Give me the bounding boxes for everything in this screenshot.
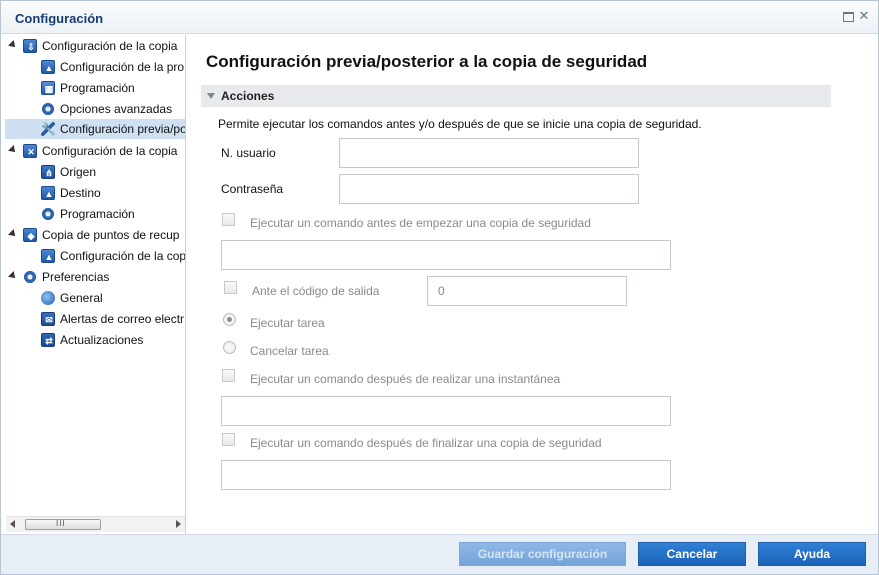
post-backup-input[interactable] [221,460,671,490]
tree-item-label: Configuración previa/po [60,122,186,136]
tree-item-destination[interactable]: ▲ Destino [5,183,185,203]
tree-item-label: Copia de puntos de recup [42,228,180,242]
section-header-actions[interactable]: Acciones [201,85,831,107]
run-job-radio[interactable] [223,313,236,326]
cancel-button[interactable]: Cancelar [638,542,746,566]
tree-item-backup-settings[interactable]: ⇩ Configuración de la copia [5,36,185,56]
wrench-icon: 🔧 [41,122,56,136]
protection-settings-icon: ▲ [41,60,55,74]
tree-item-source[interactable]: ⋔ Origen [5,162,185,182]
post-backup-checkbox[interactable] [222,433,235,446]
tree-item-preferences[interactable]: Preferencias [5,267,185,287]
tree-item-label: General [60,291,103,305]
tree-item-general[interactable]: General [5,288,185,308]
advanced-options-icon [41,102,55,116]
globe-icon [41,291,55,305]
password-label: Contraseña [221,182,284,196]
post-snapshot-input[interactable] [221,396,671,426]
schedule-icon [41,207,55,221]
exit-code-checkbox[interactable] [224,281,237,294]
tree-item-schedule-2[interactable]: Programación [5,204,185,224]
updates-icon: ⇄ [41,333,55,347]
exit-code-input[interactable] [427,276,627,306]
copy-settings-icon: ▲ [41,249,55,263]
tree-item-email-alerts[interactable]: ✉ Alertas de correo electr [5,309,185,329]
tree-item-label: Alertas de correo electr [60,312,185,326]
main-panel: Configuración previa/posterior a la copi… [187,35,878,534]
recovery-point-copy-icon: ◆ [23,228,37,242]
run-job-label: Ejecutar tarea [250,316,325,330]
backup-settings-icon: ⇩ [23,39,37,53]
pre-command-input[interactable] [221,240,671,270]
help-button[interactable]: Ayuda [758,542,866,566]
username-label: N. usuario [221,146,276,160]
collapse-triangle-icon[interactable] [207,93,215,99]
section-description: Permite ejecutar los comandos antes y/o … [218,117,702,131]
tree-item-label: Programación [60,81,135,95]
close-icon[interactable]: ✕ [858,9,870,22]
scrollbar-grip: III [56,519,66,528]
post-snapshot-checkbox[interactable] [222,369,235,382]
tree-item-label: Configuración de la copia [42,144,178,158]
tree-item-label: Configuración de la cop [60,249,186,263]
collapse-arrow-icon[interactable] [8,40,18,50]
tree-item-label: Configuración de la copia [42,39,178,53]
section-title: Acciones [221,89,275,103]
tree-item-label: Programación [60,207,135,221]
scrollbar-thumb[interactable]: III [25,519,101,530]
tree-item-protection-settings[interactable]: ▲ Configuración de la pro [5,57,185,77]
cancel-job-radio[interactable] [223,341,236,354]
tree-item-schedule[interactable]: ▦ Programación [5,78,185,98]
tree-item-label: Preferencias [42,270,110,284]
tree-item-pre-post-settings[interactable]: 🔧 Configuración previa/po [5,119,186,139]
tree-item-copy-settings[interactable]: ▲ Configuración de la cop [5,246,186,266]
collapse-arrow-icon[interactable] [8,145,18,155]
restore-icon[interactable] [842,10,854,22]
settings-window: Configuración ✕ ⇩ Configuración de la co… [0,0,879,575]
scroll-right-icon[interactable] [176,520,181,528]
cancel-job-label: Cancelar tarea [250,344,329,358]
username-input[interactable] [339,138,639,168]
collapse-arrow-icon[interactable] [8,229,18,239]
scroll-left-icon[interactable] [10,520,15,528]
destination-icon: ▲ [41,186,55,200]
schedule-icon: ▦ [41,81,55,95]
tree-horizontal-scrollbar[interactable]: III [6,516,185,532]
exit-code-label: Ante el código de salida [252,284,380,298]
tree-item-updates[interactable]: ⇄ Actualizaciones [5,330,185,350]
mail-icon: ✉ [41,312,55,326]
pre-command-label: Ejecutar un comando antes de empezar una… [250,216,591,230]
tree-item-label: Configuración de la pro [60,60,185,74]
settings-tree: ⇩ Configuración de la copia ▲ Configurac… [5,35,186,534]
title-bar: Configuración ✕ [1,1,878,34]
tree-item-label: Origen [60,165,97,179]
collapse-arrow-icon[interactable] [8,271,18,281]
pre-command-checkbox[interactable] [222,213,235,226]
tree-item-advanced-options[interactable]: Opciones avanzadas [5,99,185,119]
save-settings-button[interactable]: Guardar configuración [459,542,626,566]
post-snapshot-label: Ejecutar un comando después de realizar … [250,372,561,386]
window-title: Configuración [15,11,104,26]
tree-item-label: Actualizaciones [60,333,144,347]
tree-item-label: Destino [60,186,101,200]
file-copy-settings-icon: ✕ [23,144,37,158]
footer-bar: Guardar configuración Cancelar Ayuda [1,534,878,574]
tree-item-recovery-point-copy[interactable]: ◆ Copia de puntos de recup [5,225,185,245]
source-icon: ⋔ [41,165,55,179]
tree-item-label: Opciones avanzadas [60,102,173,116]
page-title: Configuración previa/posterior a la copi… [206,52,648,71]
preferences-icon [23,270,37,284]
tree-item-file-copy-settings[interactable]: ✕ Configuración de la copia [5,141,185,161]
post-backup-label: Ejecutar un comando después de finalizar… [250,436,602,450]
password-input[interactable] [339,174,639,204]
